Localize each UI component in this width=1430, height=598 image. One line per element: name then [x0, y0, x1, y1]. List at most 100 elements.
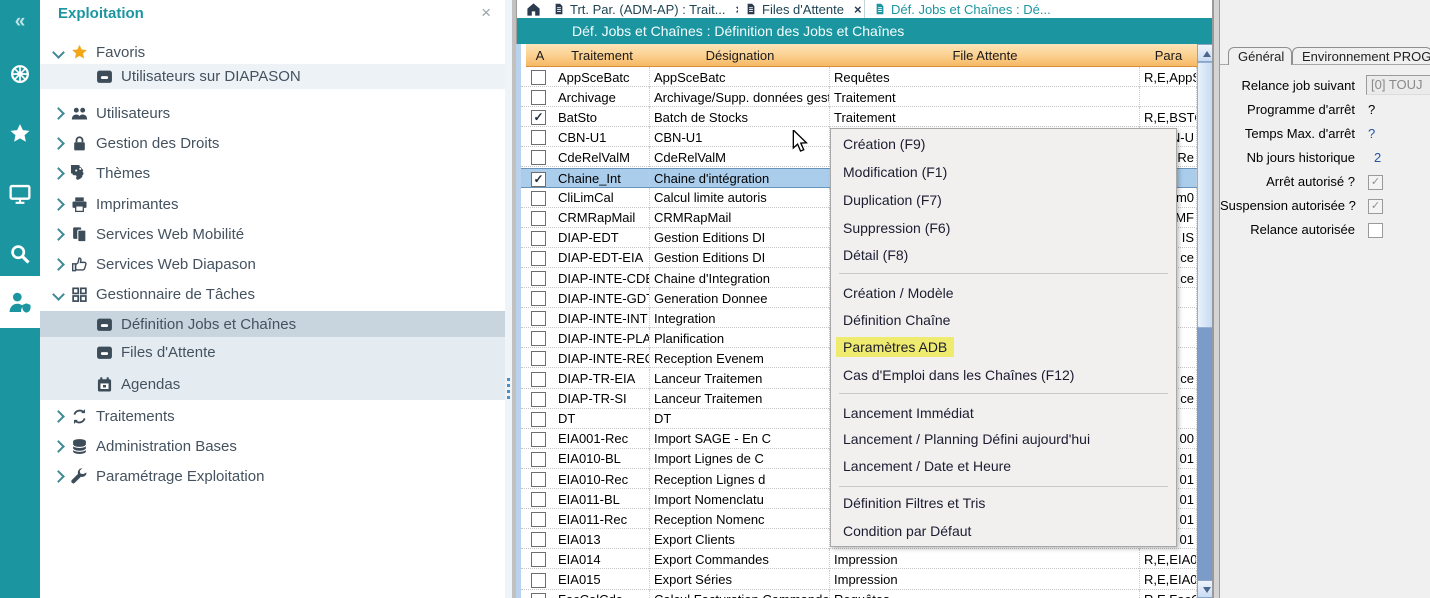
menu-item-condition-par-d-faut[interactable]: Condition par Défaut: [831, 520, 1176, 542]
sidebar-item-param-trage-exploitation[interactable]: Paramétrage Exploitation: [40, 462, 505, 490]
chevron-right-icon[interactable]: [52, 440, 65, 453]
column-header-para[interactable]: Para: [1140, 44, 1198, 67]
checkbox-unchecked[interactable]: [531, 512, 546, 527]
tab-g-n-ral[interactable]: Général: [1228, 47, 1292, 65]
menu-item-cas-d-emploi-dans-les-cha-nes-f12[interactable]: Cas d'Emploi dans les Chaînes (F12): [831, 364, 1176, 386]
menu-item-param-tres-adb[interactable]: Paramètres ADB: [831, 336, 1176, 358]
menu-item-lancement-planning-d-fini-aujourd-hui[interactable]: Lancement / Planning Défini aujourd'hui: [831, 428, 1176, 450]
sidebar-item-agendas[interactable]: Agendas: [40, 368, 505, 400]
table-row[interactable]: EIA015Export SériesImpressionR,E,EIA01: [521, 570, 1197, 590]
checkbox-unchecked[interactable]: [531, 231, 546, 246]
menu-item-lancement-imm-diat[interactable]: Lancement Immédiat: [831, 402, 1176, 424]
checkbox-unchecked[interactable]: [531, 251, 546, 266]
active-rail-item[interactable]: [0, 276, 40, 328]
menu-item-cr-ation-mod-le[interactable]: Création / Modèle: [831, 282, 1176, 304]
menu-item-d-tail-f8[interactable]: Détail (F8): [831, 244, 1176, 266]
checkbox-unchecked[interactable]: [531, 412, 546, 427]
checkbox-unchecked[interactable]: [531, 392, 546, 407]
checkbox-unchecked[interactable]: [531, 311, 546, 326]
table-row[interactable]: ✓BatStoBatch de StocksTraitementR,E,BSTO: [521, 107, 1197, 127]
sidebar-item-files-d-attente[interactable]: Files d'Attente: [40, 337, 505, 368]
checkbox-unchecked[interactable]: [531, 492, 546, 507]
tab-1[interactable]: Trt. Par. (ADM-AP) : Trait...×: [546, 0, 739, 18]
checkbox-unchecked[interactable]: [531, 271, 546, 286]
chevron-right-icon[interactable]: [52, 198, 65, 211]
field-input[interactable]: [0] TOUJ: [1366, 75, 1430, 95]
settings-wheel-icon[interactable]: [0, 54, 40, 94]
table-row[interactable]: FacCalCdeCalcul Facturation CommandeRequ…: [521, 590, 1197, 598]
tab-environnement-prog[interactable]: Environnement PROG: [1292, 47, 1430, 64]
chevron-right-icon[interactable]: [52, 410, 65, 423]
menu-item-d-finition-cha-ne[interactable]: Définition Chaîne: [831, 309, 1176, 331]
menu-item-duplication-f7[interactable]: Duplication (F7): [831, 189, 1176, 211]
chevron-right-icon[interactable]: [52, 167, 65, 180]
chevron-down-icon[interactable]: [52, 46, 65, 59]
menu-item-d-finition-filtres-et-tris[interactable]: Définition Filtres et Tris: [831, 492, 1176, 514]
checkbox-checked[interactable]: ✓: [1368, 199, 1383, 214]
menu-item-cr-ation-f9[interactable]: Création (F9): [831, 133, 1176, 155]
column-header-file-attente[interactable]: File Attente: [830, 44, 1141, 67]
sidebar-item-utilisateurs-sur-diapason[interactable]: Utilisateurs sur DIAPASON: [40, 64, 505, 89]
chevron-right-icon[interactable]: [52, 258, 65, 271]
chevron-right-icon[interactable]: [52, 107, 65, 120]
right-panel-splitter[interactable]: [1212, 0, 1220, 598]
checkbox-unchecked[interactable]: [531, 70, 546, 85]
column-header-a[interactable]: A: [526, 44, 555, 67]
checkbox-unchecked[interactable]: [531, 291, 546, 306]
cell: Reception Nomenc: [650, 509, 830, 529]
checkbox-unchecked[interactable]: [531, 593, 546, 598]
checkbox-checked[interactable]: ✓: [531, 110, 546, 125]
checkbox-checked[interactable]: ✓: [1368, 175, 1383, 190]
sidebar-item-services-web-mobilit-[interactable]: Services Web Mobilité: [40, 220, 505, 248]
menu-item-lancement-date-et-heure[interactable]: Lancement / Date et Heure: [831, 455, 1176, 477]
checkbox-unchecked[interactable]: [531, 573, 546, 588]
checkbox-unchecked[interactable]: [531, 372, 546, 387]
close-icon[interactable]: ×: [854, 2, 862, 17]
sidebar-item-imprimantes[interactable]: Imprimantes: [40, 190, 505, 218]
panel-splitter[interactable]: [505, 0, 512, 598]
checkbox-unchecked[interactable]: [1368, 223, 1383, 238]
table-row[interactable]: AppSceBatcAppSceBatcRequêtesR,E,AppSc: [521, 67, 1197, 87]
search-icon[interactable]: [0, 234, 40, 274]
checkbox-checked[interactable]: ✓: [531, 172, 546, 187]
checkbox-unchecked[interactable]: [531, 472, 546, 487]
chevron-right-icon[interactable]: [52, 470, 65, 483]
checkbox-unchecked[interactable]: [531, 191, 546, 206]
checkbox-unchecked[interactable]: [531, 331, 546, 346]
sidebar-item-administration-bases[interactable]: Administration Bases: [40, 432, 505, 460]
column-header-traitement[interactable]: Traitement: [554, 44, 651, 67]
checkbox-unchecked[interactable]: [531, 90, 546, 105]
checkbox-unchecked[interactable]: [531, 211, 546, 226]
checkbox-unchecked[interactable]: [531, 432, 546, 447]
home-icon[interactable]: [523, 1, 543, 17]
sidebar-item-utilisateurs[interactable]: Utilisateurs: [40, 99, 505, 127]
table-row[interactable]: EIA014Export CommandesImpressionR,E,EIA0…: [521, 549, 1197, 569]
collapse-chevrons-icon[interactable]: «: [0, 2, 40, 42]
menu-item-suppression-f6[interactable]: Suppression (F6): [831, 217, 1176, 239]
checkbox-unchecked[interactable]: [531, 351, 546, 366]
checkbox-unchecked[interactable]: [531, 130, 546, 145]
checkbox-unchecked[interactable]: [531, 552, 546, 567]
chevron-down-icon[interactable]: [52, 288, 65, 301]
splitter-grip-icon[interactable]: [507, 378, 510, 402]
table-row[interactable]: ArchivageArchivage/Supp. données gestion…: [521, 87, 1197, 107]
sidebar-item-services-web-diapason[interactable]: Services Web Diapason: [40, 250, 505, 278]
checkbox-unchecked[interactable]: [531, 150, 546, 165]
tab-3[interactable]: Déf. Jobs et Chaînes : Dé...×: [867, 0, 1230, 18]
sidebar-item-th-mes[interactable]: Thèmes: [40, 159, 505, 187]
favorites-star-icon[interactable]: [0, 114, 40, 154]
menu-item-modification-f1[interactable]: Modification (F1): [831, 161, 1176, 183]
checkbox-unchecked[interactable]: [531, 452, 546, 467]
sidebar-item-traitements[interactable]: Traitements: [40, 402, 505, 430]
tab-2[interactable]: Files d'Attente×: [738, 0, 865, 18]
column-header-d-signation[interactable]: Désignation: [650, 44, 831, 67]
chevron-right-icon[interactable]: [52, 228, 65, 241]
sidebar-item-gestion-des-droits[interactable]: Gestion des Droits: [40, 129, 505, 157]
checkbox-unchecked[interactable]: [531, 532, 546, 547]
panel-close-icon[interactable]: ×: [481, 3, 491, 23]
chevron-right-icon[interactable]: [52, 137, 65, 150]
screens-monitor-icon[interactable]: [0, 174, 40, 214]
sidebar-item-d-finition-jobs-et-cha-nes[interactable]: Définition Jobs et Chaînes: [40, 311, 505, 337]
sidebar-item-favoris[interactable]: Favoris: [40, 40, 505, 64]
sidebar-item-gestionnaire-de-t-ches[interactable]: Gestionnaire de Tâches: [40, 280, 505, 308]
